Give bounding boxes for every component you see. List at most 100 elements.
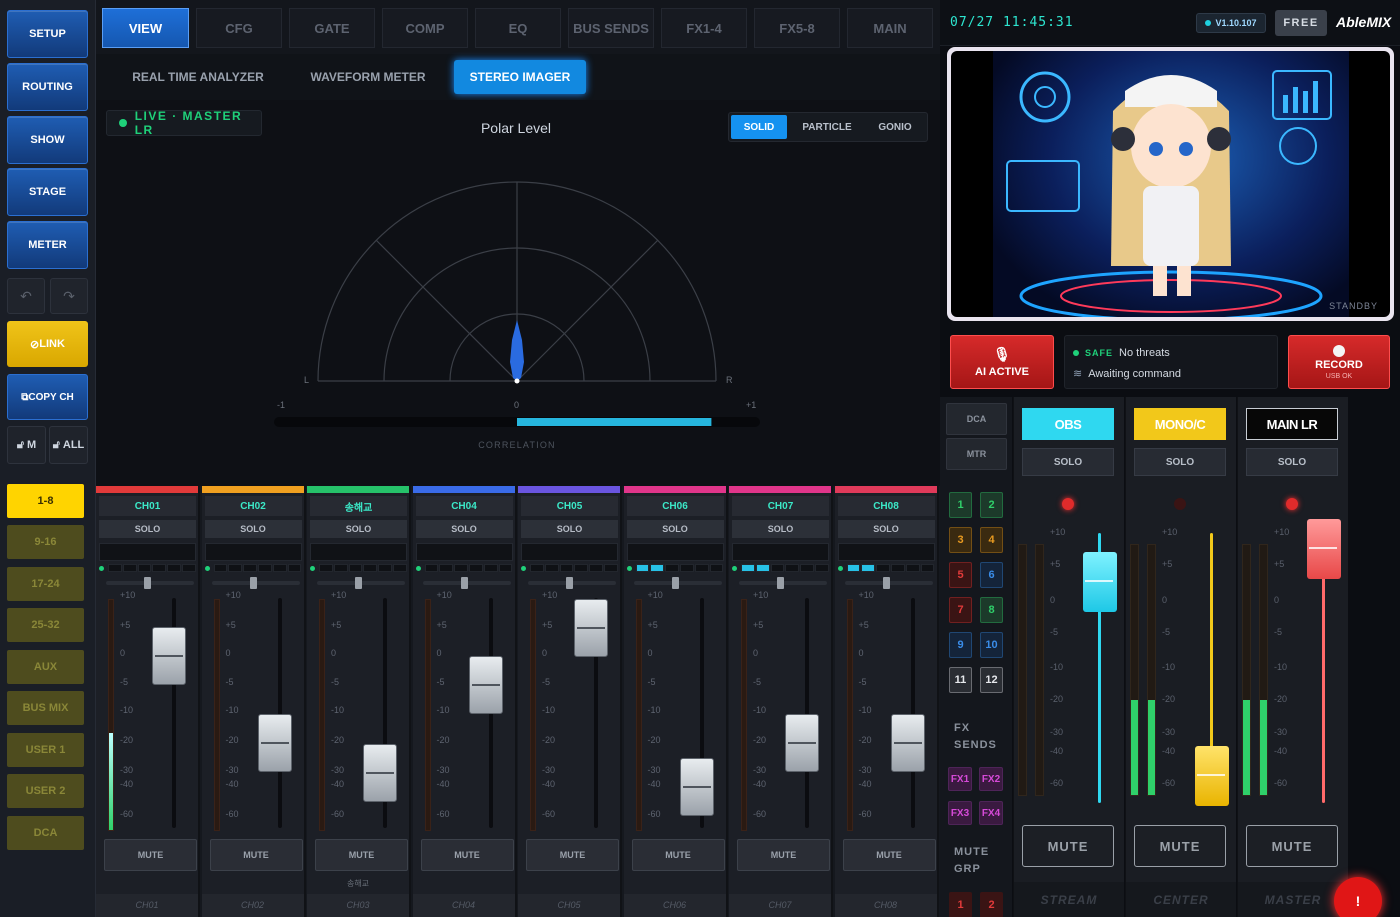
channel-pan-knob[interactable] (249, 577, 257, 589)
lock-m-button[interactable]: 🔓︎ M (7, 426, 46, 464)
tab-gate[interactable]: GATE (289, 8, 375, 48)
channel-pan-knob[interactable] (777, 577, 784, 589)
channel-pan-knob[interactable] (882, 577, 890, 589)
channel-solo-button[interactable]: SOLO (732, 520, 829, 538)
mode-particle-button[interactable]: PARTICLE (793, 115, 861, 139)
bank-25-32-button[interactable]: 25-32 (7, 608, 84, 642)
channel-mute-button[interactable]: MUTE (209, 839, 303, 871)
channel-solo-button[interactable]: SOLO (310, 520, 407, 538)
dca-button[interactable]: DCA (946, 403, 1007, 435)
bus-name[interactable]: OBS (1022, 408, 1114, 440)
channel-pan-knob[interactable] (671, 577, 679, 589)
bank-9-16-button[interactable]: 9-16 (7, 525, 84, 559)
channel-name[interactable]: CH04 (415, 496, 513, 516)
ai-active-button[interactable]: 🎙︎ AI ACTIVE (950, 335, 1054, 389)
nav-show-button[interactable]: SHOW (7, 116, 88, 164)
channel-fader-knob[interactable] (890, 713, 925, 772)
channel-mute-button[interactable]: MUTE (842, 839, 936, 871)
channel-name[interactable]: CH01 (99, 496, 196, 516)
tab-eq[interactable]: EQ (475, 8, 561, 48)
bank-user2-button[interactable]: USER 2 (7, 774, 84, 808)
channel-mute-button[interactable]: MUTE (315, 839, 408, 871)
copy-channel-button[interactable]: ⧉ COPY CH (7, 374, 88, 420)
mode-gonio-button[interactable]: GONIO (865, 115, 925, 139)
tab-fx1-4[interactable]: FX1-4 (661, 8, 747, 48)
bus-mute-button[interactable]: MUTE (1246, 825, 1338, 867)
channel-solo-button[interactable]: SOLO (837, 520, 935, 538)
fx4-send-button[interactable]: FX4 (979, 801, 1003, 825)
subtab-stereo-imager[interactable]: STEREO IMAGER (454, 60, 586, 94)
bus-name[interactable]: MONO/C (1134, 408, 1226, 440)
channel-fader-knob[interactable] (468, 656, 503, 715)
channel-fader-knob[interactable] (257, 713, 292, 772)
subtab-waveform[interactable]: WAVEFORM METER (296, 60, 440, 94)
nav-stage-button[interactable]: STAGE (7, 168, 88, 216)
channel-mute-button[interactable]: MUTE (420, 839, 514, 871)
fx1-send-button[interactable]: FX1 (948, 767, 972, 791)
dca-3-button[interactable]: 3 (949, 527, 972, 553)
lock-all-button[interactable]: 🔓︎ ALL (49, 426, 88, 464)
fx3-send-button[interactable]: FX3 (948, 801, 972, 825)
bank-1-8-button[interactable]: 1-8 (7, 484, 84, 518)
bus-fader-knob[interactable] (1307, 519, 1341, 580)
dca-9-button[interactable]: 9 (949, 632, 972, 658)
dca-7-button[interactable]: 7 (949, 597, 972, 623)
bus-solo-button[interactable]: SOLO (1134, 448, 1226, 476)
dca-12-button[interactable]: 12 (980, 667, 1003, 693)
plan-badge[interactable]: FREE (1275, 10, 1327, 36)
channel-fader-knob[interactable] (574, 598, 608, 657)
channel-fader-knob[interactable] (785, 713, 819, 772)
bank-bus-mix-button[interactable]: BUS MIX (7, 691, 84, 725)
channel-fader-knob[interactable] (152, 626, 186, 685)
record-button[interactable]: RECORD USB OK (1288, 335, 1390, 389)
channel-name[interactable]: 송해교 (310, 496, 407, 516)
channel-name[interactable]: CH05 (521, 496, 618, 516)
link-button[interactable]: ⊘ LINK (7, 321, 88, 367)
nav-meter-button[interactable]: METER (7, 221, 88, 269)
tab-main[interactable]: MAIN (847, 8, 933, 48)
channel-pan-knob[interactable] (355, 577, 362, 589)
dca-1-button[interactable]: 1 (949, 492, 972, 518)
channel-fader-knob[interactable] (679, 757, 714, 816)
bus-solo-button[interactable]: SOLO (1246, 448, 1338, 476)
bus-fader-knob[interactable] (1083, 551, 1117, 612)
bus-mute-button[interactable]: MUTE (1022, 825, 1114, 867)
nav-setup-button[interactable]: SETUP (7, 10, 88, 58)
dca-5-button[interactable]: 5 (949, 562, 972, 588)
dca-11-button[interactable]: 11 (949, 667, 972, 693)
dca-6-button[interactable]: 6 (980, 562, 1003, 588)
channel-mute-button[interactable]: MUTE (631, 839, 725, 871)
bus-solo-button[interactable]: SOLO (1022, 448, 1114, 476)
fx2-send-button[interactable]: FX2 (979, 767, 1003, 791)
channel-name[interactable]: CH07 (732, 496, 829, 516)
mode-solid-button[interactable]: SOLID (731, 115, 787, 139)
dca-4-button[interactable]: 4 (980, 527, 1003, 553)
channel-name[interactable]: CH08 (837, 496, 935, 516)
channel-pan-knob[interactable] (144, 577, 151, 589)
channel-pan-knob[interactable] (460, 577, 468, 589)
dca-10-button[interactable]: 10 (980, 632, 1003, 658)
nav-routing-button[interactable]: ROUTING (7, 63, 88, 111)
channel-mute-button[interactable]: MUTE (104, 839, 197, 871)
channel-mute-button[interactable]: MUTE (737, 839, 830, 871)
mute-group-1-button[interactable]: 1 (949, 892, 972, 917)
channel-solo-button[interactable]: SOLO (521, 520, 618, 538)
bus-name[interactable]: MAIN LR (1246, 408, 1338, 440)
channel-solo-button[interactable]: SOLO (99, 520, 196, 538)
channel-name[interactable]: CH06 (626, 496, 724, 516)
channel-fader-knob[interactable] (363, 743, 397, 802)
channel-name[interactable]: CH02 (204, 496, 302, 516)
tab-comp[interactable]: COMP (382, 8, 468, 48)
redo-button[interactable]: ↷ (50, 278, 88, 314)
channel-pan-knob[interactable] (566, 577, 573, 589)
bank-17-24-button[interactable]: 17-24 (7, 567, 84, 601)
dca-2-button[interactable]: 2 (980, 492, 1003, 518)
channel-solo-button[interactable]: SOLO (415, 520, 513, 538)
tab-cfg[interactable]: CFG (196, 8, 282, 48)
bank-user1-button[interactable]: USER 1 (7, 733, 84, 767)
dca-8-button[interactable]: 8 (980, 597, 1003, 623)
undo-button[interactable]: ↶ (7, 278, 45, 314)
subtab-rta[interactable]: REAL TIME ANALYZER (120, 60, 276, 94)
tab-view[interactable]: VIEW (102, 8, 189, 48)
tab-fx5-8[interactable]: FX5-8 (754, 8, 840, 48)
